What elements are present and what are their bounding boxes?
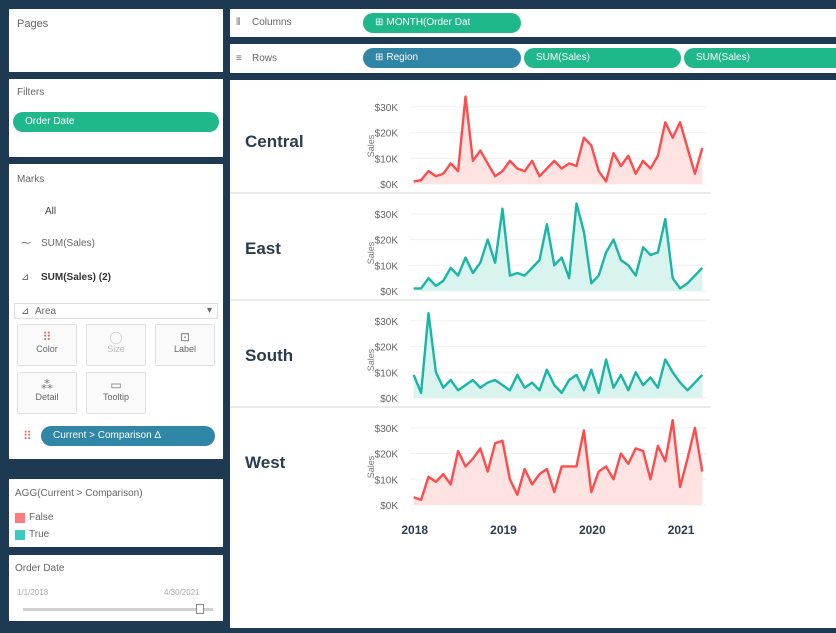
region-label: Central — [245, 132, 304, 151]
area-fill — [413, 420, 703, 505]
date-range-end: 4/30/2021 — [164, 588, 200, 597]
columns-label: Columns — [252, 17, 292, 28]
tooltip-card[interactable]: ▭ Tooltip — [86, 372, 146, 414]
rows-icon: ≡ — [236, 53, 242, 64]
pages-title: Pages — [17, 18, 49, 30]
columns-icon: ⦀ — [236, 17, 241, 28]
y-tick-label: $0K — [380, 287, 398, 298]
sum-sales-pill[interactable]: SUM(Sales) — [524, 48, 681, 68]
pill-icon: ⊞ — [375, 17, 384, 28]
marks-sum-sales-2-row[interactable]: SUM(Sales) (2) — [41, 272, 111, 283]
area-icon: ⊿ — [21, 306, 30, 317]
pill-icon: ⊞ — [375, 52, 384, 63]
legend-true-swatch — [15, 530, 25, 540]
order-date-filter-card: Order Date 1/1/2018 4/30/2021 — [9, 555, 223, 621]
mark-type-dropdown[interactable]: ⊿ Area ▾ — [14, 303, 218, 319]
sum-sales-2-pill[interactable]: SUM(Sales) — [684, 48, 836, 68]
detail-card[interactable]: ⁂ Detail — [17, 372, 77, 414]
x-tick-label: 2018 — [401, 523, 428, 537]
region-label: East — [245, 239, 281, 258]
label-card[interactable]: ⊡ Label — [155, 324, 215, 366]
chart-area: Central Sales $30K $20K $10K $0K East Sales $30K… — [230, 80, 836, 628]
legend-true-label[interactable]: True — [29, 529, 49, 540]
marks-sum-sales-row[interactable]: SUM(Sales) — [41, 238, 95, 249]
month-order-date-pill[interactable]: ⊞ MONTH(Order Dat — [363, 13, 521, 33]
y-tick-label: $20K — [375, 236, 399, 247]
legend-title: AGG(Current > Comparison) — [15, 488, 143, 499]
date-range-slider-track[interactable] — [23, 608, 213, 611]
tooltip-icon: ▭ — [110, 378, 122, 392]
rows-shelf[interactable]: ≡ Rows ⊞ Region SUM(Sales) SUM(Sales) — [230, 44, 836, 73]
filters-title: Filters — [17, 87, 45, 98]
y-tick-label: $30K — [375, 424, 399, 435]
y-tick-label: $20K — [375, 450, 399, 461]
size-icon: ◯ — [109, 330, 123, 344]
legend-false-swatch — [15, 513, 25, 523]
rows-label: Rows — [252, 53, 278, 64]
color-card[interactable]: ⠿ Color — [17, 324, 77, 366]
region-pill[interactable]: ⊞ Region — [363, 48, 521, 68]
chevron-down-icon: ▾ — [207, 305, 213, 316]
current-comparison-pill[interactable]: Current > Comparison Δ — [41, 426, 215, 446]
legend-false-label[interactable]: False — [29, 512, 53, 523]
color-icon: ⠿ — [42, 330, 52, 344]
x-tick-label: 2019 — [490, 523, 517, 537]
y-tick-label: $0K — [380, 394, 398, 405]
order-date-filter-title: Order Date — [15, 563, 65, 574]
color-field-icon: ⠿ — [23, 429, 32, 443]
region-label: South — [245, 346, 293, 365]
chart-svg: Central Sales$30K$20K$10K$0KEast Sales$30K… — [230, 95, 710, 537]
marks-panel: Marks All ⁓ SUM(Sales) ⊿ SUM(Sales) (2) … — [9, 164, 223, 459]
y-tick-label: $10K — [375, 154, 399, 165]
y-tick-label: $0K — [380, 501, 398, 512]
order-date-filter-pill[interactable]: Order Date — [13, 112, 219, 132]
y-tick-label: $20K — [375, 129, 399, 140]
y-tick-label: $10K — [375, 261, 399, 272]
y-tick-label: $20K — [375, 343, 399, 354]
x-tick-label: 2021 — [668, 523, 695, 537]
label-icon: ⊡ — [179, 330, 191, 344]
color-legend: AGG(Current > Comparison) False True — [9, 479, 223, 547]
pages-panel: Pages — [9, 9, 223, 72]
filters-panel: Filters Order Date — [9, 79, 223, 157]
date-range-start: 1/1/2018 — [17, 588, 49, 597]
marks-all-row[interactable]: All — [45, 206, 56, 217]
line-mark-icon: ⁓ — [21, 238, 31, 249]
region-label: West — [245, 453, 286, 472]
mark-type-value: Area — [35, 306, 57, 317]
size-card[interactable]: ◯ Size — [86, 324, 146, 366]
y-tick-label: $30K — [375, 210, 399, 221]
y-tick-label: $10K — [375, 475, 399, 486]
area-mark-icon: ⊿ — [21, 272, 30, 283]
y-tick-label: $30K — [375, 317, 399, 328]
y-tick-label: $0K — [380, 180, 398, 191]
x-tick-label: 2020 — [579, 523, 606, 537]
date-range-slider-handle[interactable] — [195, 604, 204, 614]
columns-shelf[interactable]: ⦀ Columns ⊞ MONTH(Order Dat — [230, 9, 836, 37]
y-tick-label: $10K — [375, 368, 399, 379]
y-tick-label: $30K — [375, 103, 399, 114]
series-line — [412, 311, 704, 395]
detail-icon: ⁂ — [41, 378, 53, 392]
marks-title: Marks — [17, 174, 45, 185]
